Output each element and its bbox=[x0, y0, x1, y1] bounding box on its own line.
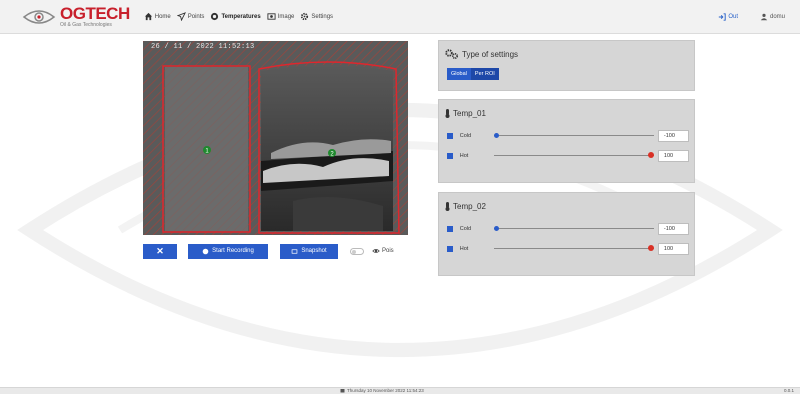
hot-threshold-row: Hot 100 bbox=[447, 242, 690, 256]
nav-points[interactable]: Points bbox=[176, 12, 205, 21]
settings-type-panel: Type of settings Global Per ROI bbox=[438, 40, 695, 91]
nav-temperatures[interactable]: Temperatures bbox=[210, 12, 261, 21]
start-recording-label: Start Recording bbox=[212, 248, 254, 254]
thermometer-icon bbox=[445, 202, 450, 211]
camera-controls: ✕ Start Recording Snapshot Pois bbox=[143, 243, 394, 259]
snapshot-label: Snapshot bbox=[301, 248, 327, 254]
camera-timestamp: 26 / 11 / 2022 11:52:13 bbox=[151, 43, 255, 51]
roi-title: Temp_01 bbox=[453, 109, 486, 118]
hot-label: Hot bbox=[459, 246, 469, 252]
mode-global-button[interactable]: Global bbox=[447, 68, 471, 80]
pois-toggle[interactable] bbox=[350, 247, 364, 255]
hot-threshold-row: Hot 100 bbox=[447, 149, 690, 163]
nav-settings-label: Settings bbox=[311, 13, 334, 20]
brand-name: OGTECH bbox=[60, 4, 130, 23]
cold-label: Cold bbox=[459, 133, 472, 139]
mode-per-roi-button[interactable]: Per ROI bbox=[470, 68, 499, 80]
eye-logo-icon bbox=[22, 9, 56, 24]
thermal-image: 1 2 bbox=[143, 41, 408, 235]
hot-color-swatch[interactable] bbox=[447, 246, 453, 252]
nav-home-label: Home bbox=[154, 13, 171, 20]
logo[interactable]: OGTECH Oil & Gas Technologies bbox=[22, 5, 130, 28]
home-icon bbox=[144, 12, 152, 21]
calendar-icon bbox=[340, 389, 345, 393]
snapshot-button[interactable]: Snapshot bbox=[280, 243, 338, 259]
image-icon bbox=[292, 248, 298, 254]
cold-threshold-row: Cold -100 bbox=[447, 129, 690, 143]
roi-panel-temp-01: Temp_01 Cold -100 Hot 100 bbox=[438, 99, 695, 183]
nav-settings[interactable]: Settings bbox=[300, 12, 333, 21]
logout-link[interactable]: Out bbox=[718, 13, 738, 21]
cold-slider[interactable] bbox=[493, 226, 654, 232]
settings-mode-switch: Global Per ROI bbox=[447, 68, 499, 80]
nav-points-label: Points bbox=[187, 13, 205, 20]
hot-slider[interactable] bbox=[493, 152, 654, 159]
hot-slider[interactable] bbox=[493, 245, 654, 252]
hot-value-input[interactable]: 100 bbox=[657, 150, 690, 162]
nav-image[interactable]: Image bbox=[267, 12, 295, 21]
cold-color-swatch[interactable] bbox=[447, 133, 453, 139]
record-icon bbox=[202, 248, 209, 254]
cold-label: Cold bbox=[459, 226, 472, 232]
gear-icon bbox=[301, 12, 309, 21]
thermal-camera-view[interactable]: 1 2 26 / 11 / 2022 11:52:13 bbox=[143, 41, 408, 235]
hot-color-swatch[interactable] bbox=[447, 153, 453, 159]
pois-option[interactable]: Pois bbox=[372, 247, 394, 255]
cold-color-swatch[interactable] bbox=[447, 226, 453, 232]
eye-icon bbox=[372, 249, 380, 253]
eye-icon bbox=[211, 12, 219, 21]
cold-value-input[interactable]: -100 bbox=[657, 130, 690, 142]
hot-value-input[interactable]: 100 bbox=[657, 243, 690, 255]
brand-tagline: Oil & Gas Technologies bbox=[60, 22, 112, 28]
app-version: 0.0.1 bbox=[783, 388, 794, 393]
user-icon bbox=[760, 13, 768, 21]
roi-panel-temp-02: Temp_02 Cold -100 Hot 100 bbox=[438, 192, 695, 276]
start-recording-button[interactable]: Start Recording bbox=[188, 243, 268, 259]
image-icon bbox=[267, 13, 276, 20]
gears-icon bbox=[445, 49, 458, 59]
cold-slider[interactable] bbox=[493, 133, 654, 139]
nav-temperatures-label: Temperatures bbox=[221, 13, 261, 20]
close-button[interactable]: ✕ bbox=[143, 243, 177, 259]
nav-image-label: Image bbox=[277, 13, 295, 20]
cold-threshold-row: Cold -100 bbox=[447, 222, 690, 236]
roi-title: Temp_02 bbox=[453, 202, 486, 211]
user-menu[interactable]: domu bbox=[760, 13, 800, 21]
nav-home[interactable]: Home bbox=[144, 12, 171, 21]
hot-label: Hot bbox=[459, 153, 469, 159]
cold-value-input[interactable]: -100 bbox=[657, 223, 690, 235]
top-navbar: OGTECH Oil & Gas Technologies Home Point… bbox=[0, 0, 800, 34]
thermometer-icon bbox=[445, 109, 450, 118]
send-icon bbox=[176, 12, 186, 21]
user-label: domu bbox=[770, 14, 786, 20]
logout-icon bbox=[719, 13, 727, 21]
main-nav: Home Points Temperatures Image Settings bbox=[144, 12, 339, 21]
footer-datetime: Thursday 10 November 2022 11:54:23 bbox=[347, 388, 424, 393]
pois-label: Pois bbox=[382, 248, 394, 254]
status-footer: Thursday 10 November 2022 11:54:23 0.0.1 bbox=[0, 387, 800, 394]
logout-label: Out bbox=[728, 14, 738, 20]
settings-type-title: Type of settings bbox=[462, 49, 519, 59]
